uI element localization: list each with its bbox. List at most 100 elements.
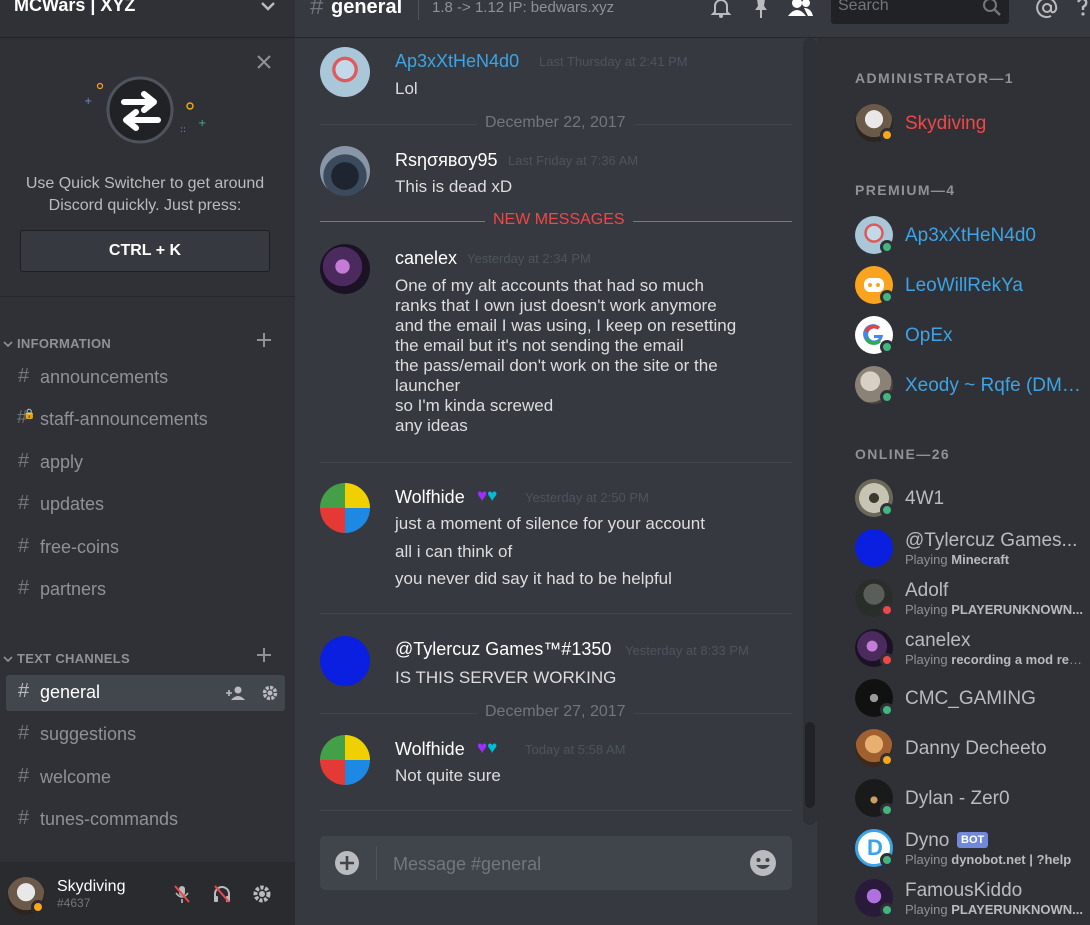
member-name[interactable]: OpEx — [905, 325, 1085, 347]
message-author[interactable]: Wolfhide — [395, 487, 465, 508]
category-label: INFORMATION — [17, 336, 112, 351]
member-name[interactable]: FamousKiddo — [905, 880, 1085, 902]
hash-icon: # — [18, 680, 30, 702]
avatar[interactable] — [855, 529, 893, 567]
member-activity: Playing PLAYERUNKNOWN... — [905, 902, 1085, 917]
member-name[interactable]: Dyno — [905, 830, 955, 852]
channel-name: free-coins — [40, 537, 120, 557]
message-text: One of my alt accounts that had so much — [395, 276, 704, 295]
members-icon[interactable] — [787, 0, 813, 20]
message-text: IS THIS SERVER WORKING — [395, 668, 617, 687]
channel-free-coins[interactable]: # free-coins — [6, 530, 285, 566]
invite-icon — [226, 686, 245, 700]
headphones-muted-icon[interactable] — [211, 883, 233, 905]
status-online-indicator — [880, 853, 894, 867]
avatar[interactable] — [320, 47, 370, 97]
activity-name: PLAYERUNKNOWN... — [951, 902, 1083, 917]
status-online-indicator — [880, 340, 894, 354]
member-name[interactable]: Dylan - Zer0 — [905, 788, 1085, 810]
channel-suggestions[interactable]: # suggestions — [6, 717, 285, 753]
message-author[interactable]: Rsησявσу95 — [395, 150, 498, 171]
search-icon[interactable] — [982, 0, 1002, 17]
mic-muted-icon[interactable] — [171, 883, 193, 905]
mention-icon[interactable] — [1034, 0, 1060, 20]
status-online-indicator — [880, 390, 894, 404]
avatar[interactable] — [320, 146, 370, 196]
chevron-down-icon[interactable] — [259, 0, 277, 14]
channel-announcements[interactable]: # announcements — [6, 360, 285, 396]
member-name[interactable]: canelex — [905, 630, 1085, 652]
message-text: the email but it's not sending the email — [395, 336, 684, 355]
purple-heart-icon: ♥ — [477, 738, 488, 757]
message-author[interactable]: @Tylercuz Games™#1350 — [395, 639, 611, 660]
status-online-indicator — [880, 290, 894, 304]
member-name[interactable]: Ap3xXtHeN4d0 — [905, 225, 1085, 247]
chevron-down-icon[interactable] — [3, 339, 13, 349]
member-name[interactable]: Danny Decheeto — [905, 738, 1085, 760]
status-online-indicator — [880, 803, 894, 817]
avatar[interactable] — [320, 636, 370, 686]
message-author[interactable]: Ap3xXtHeN4d0 — [395, 51, 519, 72]
channel-general[interactable]: # general — [6, 675, 285, 711]
emoji-icon[interactable] — [749, 849, 777, 877]
channel-apply[interactable]: # apply — [6, 445, 285, 481]
member-activity: Playing recording a mod rele... — [905, 652, 1085, 667]
status-dnd-indicator — [880, 603, 894, 617]
status-online-indicator — [880, 903, 894, 917]
plus-icon[interactable] — [255, 331, 273, 349]
avatar[interactable] — [320, 483, 370, 533]
channel-staff-announcements[interactable]: #🔒 staff-announcements — [6, 402, 285, 438]
channel-topic[interactable]: 1.8 -> 1.12 IP: bedwars.xyz — [432, 0, 614, 16]
member-name[interactable]: 4W1 — [905, 488, 1085, 510]
category-information[interactable]: INFORMATION — [0, 331, 295, 354]
new-messages-label: NEW MESSAGES — [485, 211, 633, 229]
close-icon[interactable] — [254, 52, 274, 72]
cyan-heart-icon: ♥ — [487, 486, 498, 505]
hash-icon: # — [18, 492, 30, 514]
message-timestamp: Yesterday at 2:50 PM — [525, 490, 649, 505]
pin-icon[interactable] — [748, 0, 774, 20]
status-idle-indicator — [31, 900, 45, 914]
category-text-channels[interactable]: TEXT CHANNELS — [0, 646, 295, 669]
member-name[interactable]: @Tylercuz Games... — [905, 530, 1085, 552]
category-label: TEXT CHANNELS — [17, 651, 130, 666]
scrollbar-track[interactable] — [803, 38, 817, 825]
gear-icon[interactable] — [251, 883, 273, 905]
message-text: all i can think of — [395, 542, 513, 561]
member-name[interactable]: Skydiving — [905, 113, 1085, 135]
member-name[interactable]: Xeody ~ Rqfe (DM4... — [905, 375, 1085, 397]
member-name[interactable]: Adolf — [905, 580, 1085, 602]
scrollbar-thumb[interactable] — [805, 722, 815, 808]
date-separator: December 22, 2017 — [477, 114, 634, 132]
lock-hash-icon: #🔒 — [17, 407, 36, 427]
add-attachment-icon[interactable] — [334, 850, 360, 876]
channel-partners[interactable]: # partners — [6, 572, 285, 608]
message-author[interactable]: Wolfhide — [395, 739, 465, 760]
message-divider — [320, 613, 792, 614]
channel-updates[interactable]: # updates — [6, 487, 285, 523]
quick-switcher-hint-line2: Discord quickly. Just press: — [48, 197, 242, 214]
status-dnd-indicator — [880, 653, 894, 667]
server-name[interactable]: MCWars | XYZ — [14, 0, 135, 16]
quick-switcher-hint-line1: Use Quick Switcher to get around — [25, 175, 265, 192]
message-divider — [320, 462, 792, 463]
avatar[interactable] — [320, 244, 370, 294]
message-input[interactable] — [393, 852, 733, 876]
member-name[interactable]: CMC_GAMING — [905, 688, 1085, 710]
status-idle-indicator — [880, 753, 894, 767]
message-author[interactable]: canelex — [395, 248, 457, 269]
channel-name: staff-announcements — [40, 409, 208, 429]
channel-name: suggestions — [40, 724, 137, 744]
search-placeholder: Search — [838, 0, 889, 14]
chevron-down-icon[interactable] — [3, 654, 13, 664]
bell-icon[interactable] — [708, 0, 734, 20]
plus-icon[interactable] — [255, 646, 273, 664]
user-tag: #4637 — [57, 896, 91, 910]
channel-welcome[interactable]: # welcome — [6, 760, 285, 796]
channel-tunes-commands[interactable]: # tunes-commands — [6, 802, 285, 838]
avatar[interactable] — [320, 735, 370, 785]
help-icon[interactable] — [1074, 0, 1090, 20]
quick-switcher-shortcut[interactable]: CTRL + K — [20, 230, 270, 272]
activity-name: Minecraft — [951, 552, 1010, 567]
member-name[interactable]: LeoWillRekYa — [905, 275, 1085, 297]
